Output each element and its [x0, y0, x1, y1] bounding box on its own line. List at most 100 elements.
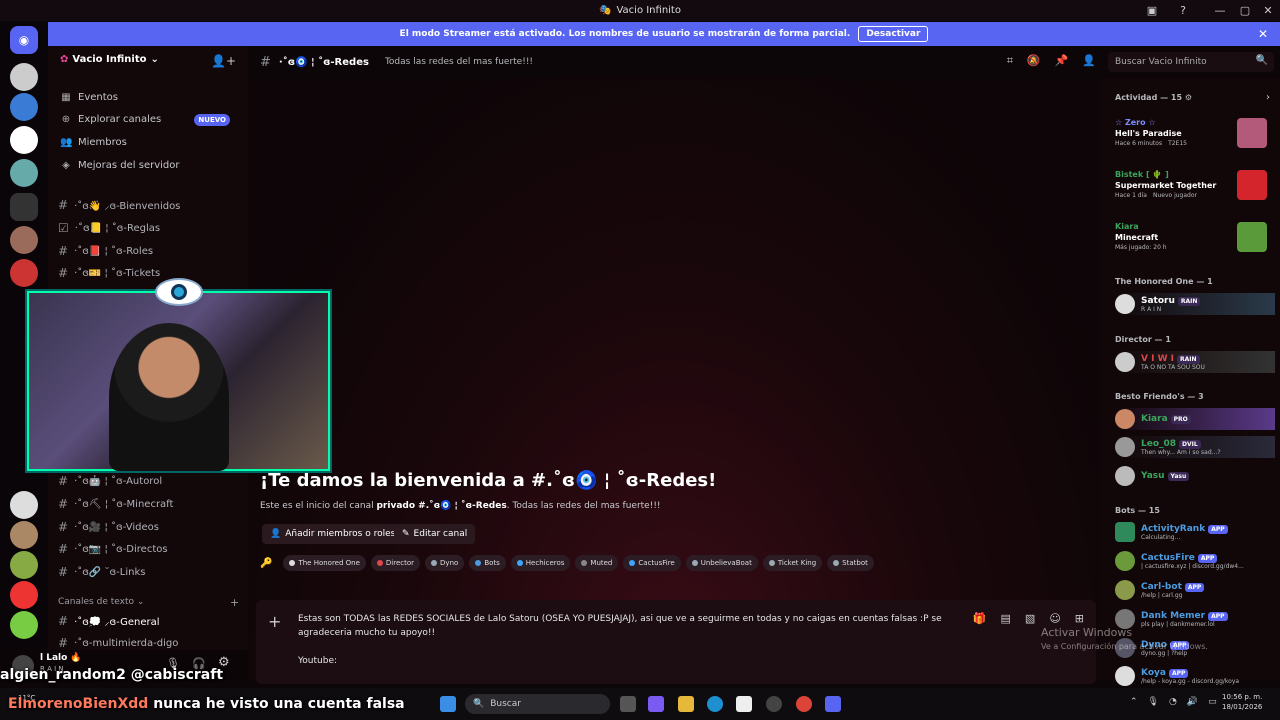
folder-icon[interactable] [10, 193, 38, 221]
pin-icon[interactable]: 📌 [1055, 54, 1069, 68]
channel-item[interactable]: # ·˚ɞ👋 ⸝ɞ-Bienvenidos [58, 198, 180, 212]
store-icon[interactable] [736, 696, 752, 712]
clock-time: 10:56 p. m. [1222, 693, 1263, 701]
message-composer[interactable]: + Estas son TODAS las REDES SOCIALES de … [256, 600, 1096, 684]
member-item[interactable]: V I W I RAIN TA O NO TA SOU SOU [1115, 351, 1275, 373]
member-item[interactable]: Carl-bot APP/help | carl.gg [1115, 579, 1275, 601]
server-icon[interactable] [10, 93, 38, 121]
activity-card[interactable]: ☆ Zero ☆ Hell's Paradise Hace 6 minutos T… [1115, 118, 1275, 148]
server-icon[interactable] [10, 159, 38, 187]
role-tag[interactable]: Director [370, 555, 421, 571]
minimize-button[interactable]: — [1208, 0, 1232, 21]
gear-icon[interactable]: ⚙ [1185, 93, 1192, 102]
add-members-button[interactable]: 👤 Añadir miembros o roles [262, 524, 404, 544]
activity-card[interactable]: Bistek [ 🌵 ] Supermarket Together Hace 1… [1115, 170, 1275, 200]
battery-icon[interactable]: ▭ [1208, 697, 1217, 707]
server-header[interactable]: ✿ Vacio Infinito ⌄ [60, 54, 159, 65]
emoji-icon[interactable]: ☺ [1049, 612, 1060, 625]
member-item[interactable]: ActivityRank APP Calculating... [1115, 521, 1275, 543]
channel-item[interactable]: # ·˚ɞ🎫 ¦ ˚ɞ-Tickets [58, 266, 160, 280]
notifications-muted-icon[interactable]: 🔕 [1027, 54, 1041, 68]
role-tag[interactable]: CactusFire [623, 555, 681, 571]
channel-item[interactable]: # ·˚ɞ💭 ⸝ɞ-General [58, 614, 160, 628]
activity-card[interactable]: Kiara Minecraft Más jugado: 20 h [1115, 222, 1275, 252]
deactivate-button[interactable]: Desactivar [858, 26, 929, 42]
add-channel-icon[interactable]: + [230, 596, 239, 609]
nav-eventos[interactable]: ▦ Eventos [60, 92, 118, 103]
server-icon[interactable] [10, 491, 38, 519]
banner-close-icon[interactable]: ✕ [1258, 27, 1268, 41]
role-tag[interactable]: Hechiceros [510, 555, 571, 571]
role-tag[interactable]: Bots [469, 555, 506, 571]
wifi-icon[interactable]: ◔ [1169, 697, 1177, 707]
attach-plus-icon[interactable]: + [268, 612, 281, 631]
close-window-button[interactable]: ✕ [1256, 0, 1280, 21]
server-icon[interactable] [10, 581, 38, 609]
gif-icon[interactable]: ▤ [1001, 612, 1011, 625]
message-input[interactable]: Estas son TODAS las REDES SOCIALES de La… [298, 612, 948, 640]
nav-explorar[interactable]: ⊕ Explorar canales NUEVO [60, 113, 240, 126]
inbox-icon[interactable]: ▣ [1140, 0, 1164, 21]
member-item[interactable]: Leo_08 DVIL Then why... Am i so sad...? [1115, 436, 1275, 458]
channel-item[interactable]: # ·˚ɞ-multimierda-digo [58, 636, 178, 650]
message-input-line2[interactable]: Youtube: [298, 656, 337, 666]
server-icon[interactable] [10, 551, 38, 579]
file-explorer-icon[interactable] [678, 696, 694, 712]
microphone-icon[interactable]: 🎙 [1148, 697, 1159, 707]
hash-icon: # [260, 54, 271, 70]
threads-icon[interactable]: ⌗ [1007, 54, 1013, 68]
steam-icon[interactable] [766, 696, 782, 712]
server-icon[interactable] [10, 63, 38, 91]
copilot-icon[interactable] [648, 696, 664, 712]
nav-miembros[interactable]: 👥 Miembros [60, 137, 127, 148]
channel-item[interactable]: # ·˚ɞ🎥 ¦ ˚ɞ-Videos [58, 520, 159, 534]
help-icon[interactable]: ? [1171, 0, 1195, 21]
chevron-right-icon[interactable]: › [1266, 92, 1270, 103]
channel-topic[interactable]: Todas las redes del mas fuerte!!! [385, 57, 533, 67]
role-tag[interactable]: Ticket King [762, 555, 823, 571]
role-tag[interactable]: UnbelievaBoat [685, 555, 758, 571]
channel-item[interactable]: ☑ ·˚ɞ📒 ¦ ˚ɞ-Reglas [58, 221, 160, 235]
invite-icon[interactable]: 👤+ [211, 54, 236, 68]
apps-icon[interactable]: ⊞ [1075, 612, 1084, 625]
windows-start-icon[interactable] [440, 696, 456, 712]
maximize-button[interactable]: ▢ [1233, 0, 1257, 21]
sticker-icon[interactable]: ▧ [1025, 612, 1035, 625]
taskbar-search[interactable]: 🔍 Buscar [465, 694, 610, 714]
member-item[interactable]: Dank Memer APP pls play | dankmemer.lol [1115, 608, 1275, 630]
server-icon[interactable] [10, 126, 38, 154]
gift-icon[interactable]: 🎁 [973, 612, 987, 625]
edge-icon[interactable] [707, 696, 723, 712]
chevron-up-icon[interactable]: ⌃ [1130, 697, 1138, 707]
task-view-icon[interactable] [620, 696, 636, 712]
edit-channel-button[interactable]: ✎ Editar canal [394, 524, 476, 544]
channel-item[interactable]: # ·˚ɞ🤖 ¦ ˚ɞ-Autorol [58, 474, 162, 488]
channel-item[interactable]: # ·˚ɞ⛏ ¦ ˚ɞ-Minecraft [58, 497, 173, 511]
role-tag[interactable]: Dyno [425, 555, 465, 571]
member-item[interactable]: Satoru RAIN R A I N [1115, 293, 1275, 315]
server-icon[interactable] [10, 259, 38, 287]
member-item[interactable]: Yasu Yasu [1115, 465, 1275, 487]
volume-icon[interactable]: 🔊 [1187, 697, 1198, 707]
category-header[interactable]: Canales de texto ⌄ [58, 597, 144, 607]
member-item[interactable]: Koya APP/help - koya.gg - discord.gg/koya [1115, 665, 1275, 687]
channel-item[interactable]: # ·˚ɞ📕 ¦ ˚ɞ-Roles [58, 244, 153, 258]
role-tag[interactable]: The Honored One [283, 555, 366, 571]
server-icon[interactable] [10, 226, 38, 254]
server-icon[interactable] [10, 521, 38, 549]
discord-home-icon[interactable]: ◉ [10, 26, 38, 54]
role-group-header: The Honored One — 1 [1115, 277, 1213, 286]
channel-item[interactable]: # ·˚ɞ📷 ¦ ˚ɞ-Directos [58, 542, 168, 556]
chrome-icon[interactable] [796, 696, 812, 712]
discord-taskbar-icon[interactable] [825, 696, 841, 712]
clock[interactable]: 10:56 p. m. 18/01/2026 [1222, 692, 1262, 712]
role-tag[interactable]: Statbot [827, 555, 874, 571]
member-list-icon[interactable]: 👤 [1082, 54, 1096, 68]
channel-item[interactable]: # ·˚ɞ🔗 ˘ɞ-Links [58, 565, 145, 579]
member-item[interactable]: Kiara PRO [1115, 408, 1275, 430]
member-item[interactable]: CactusFire APP | cactusfire.xyz | discord.… [1115, 550, 1275, 572]
role-tag[interactable]: Muted [575, 555, 619, 571]
server-icon[interactable] [10, 611, 38, 639]
search-input[interactable]: Buscar Vacio Infinito 🔍 [1108, 52, 1274, 72]
nav-mejoras[interactable]: ◈ Mejoras del servidor [60, 160, 179, 171]
